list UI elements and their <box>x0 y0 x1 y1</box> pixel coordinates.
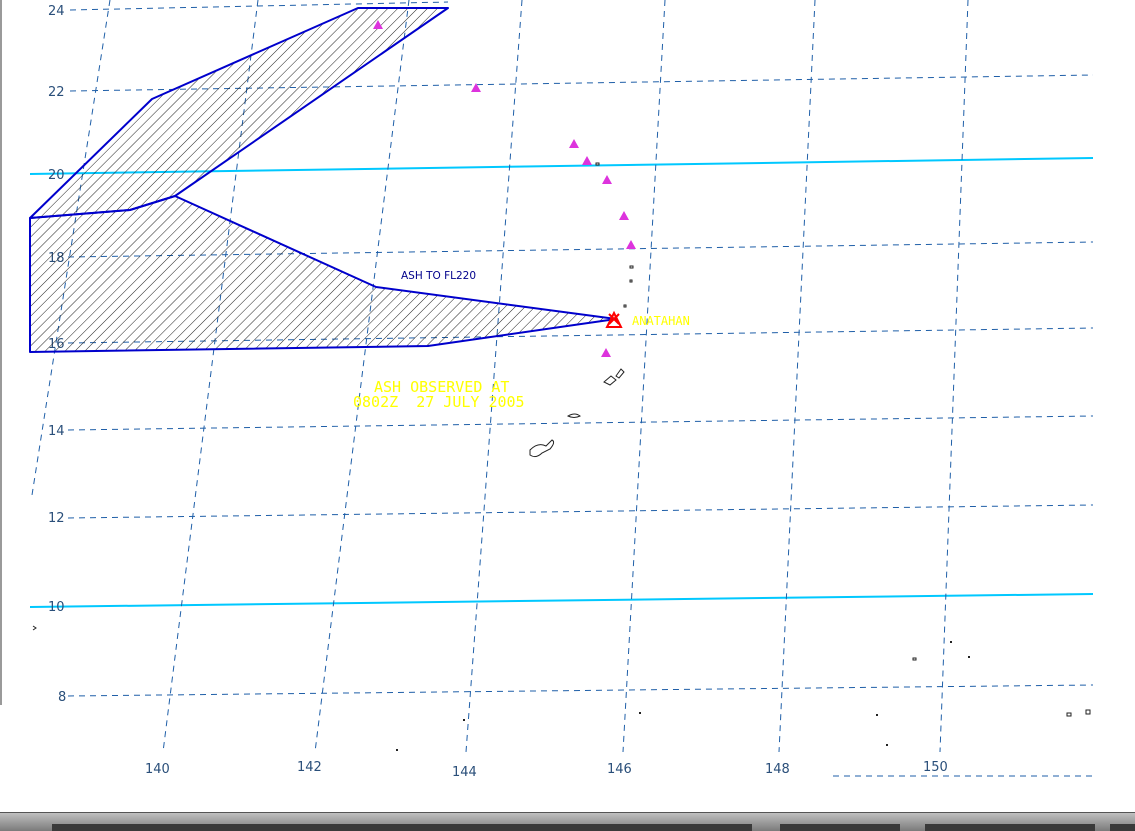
lat-label-14: 14 <box>48 424 65 439</box>
lon-label-150: 150 <box>923 760 948 775</box>
grid-line-lat-8 <box>67 684 1094 697</box>
triangle-icon <box>569 139 579 148</box>
grid-line-lon-146 <box>622 0 666 753</box>
triangle-icon <box>626 240 636 249</box>
volcano-name-label: ANATAHAN <box>632 314 690 328</box>
triangle-icon <box>601 348 611 357</box>
grid-line-lat-14 <box>67 415 1094 431</box>
lat-label-20: 20 <box>48 168 65 183</box>
latitude-labels: 24 22 20 18 16 14 12 10 8 <box>48 4 66 705</box>
ash-cloud-south <box>29 195 617 353</box>
ash-height-label: ASH TO FL220 <box>401 270 476 282</box>
observation-time-line2: 0802Z 27 JULY 2005 <box>353 393 525 411</box>
highlight-line-lat-10 <box>29 593 1094 608</box>
grid-line-lon-142 <box>314 0 410 753</box>
island-dot-5 <box>32 625 37 631</box>
island-dot-7 <box>1066 709 1091 717</box>
grid-line-lon-148 <box>778 0 816 753</box>
island-dot-4 <box>595 162 600 166</box>
grid-line-lon-144 <box>465 0 523 753</box>
lon-label-144: 144 <box>452 765 477 780</box>
island-specks <box>396 641 970 751</box>
lat-label-8: 8 <box>58 690 66 705</box>
lat-label-10: 10 <box>48 600 65 615</box>
volcanic-ash-map: 24 22 20 18 16 14 12 10 8 140 142 144 14… <box>29 0 1094 780</box>
island-dot-6 <box>912 657 917 661</box>
island-dot-2 <box>629 279 633 283</box>
window-status-bar <box>0 812 1135 831</box>
island-guam <box>529 439 555 458</box>
lat-label-12: 12 <box>48 511 65 526</box>
longitude-labels: 140 142 144 146 148 150 <box>145 760 948 780</box>
triangle-icon <box>602 175 612 184</box>
lon-label-148: 148 <box>765 762 790 777</box>
island-rota <box>566 413 581 418</box>
lat-label-22: 22 <box>48 85 65 100</box>
island-tinian-saipan <box>603 368 625 386</box>
triangle-icon <box>582 156 592 165</box>
island-dot-3 <box>623 304 627 308</box>
grid-line-lon-150 <box>939 0 969 753</box>
lon-label-142: 142 <box>297 760 322 775</box>
triangle-icon <box>619 211 629 220</box>
grid-line-lat-12 <box>67 504 1094 519</box>
lon-label-140: 140 <box>145 762 170 777</box>
lon-label-146: 146 <box>607 762 632 777</box>
island-dot-1 <box>629 265 634 269</box>
lat-label-24: 24 <box>48 4 65 19</box>
